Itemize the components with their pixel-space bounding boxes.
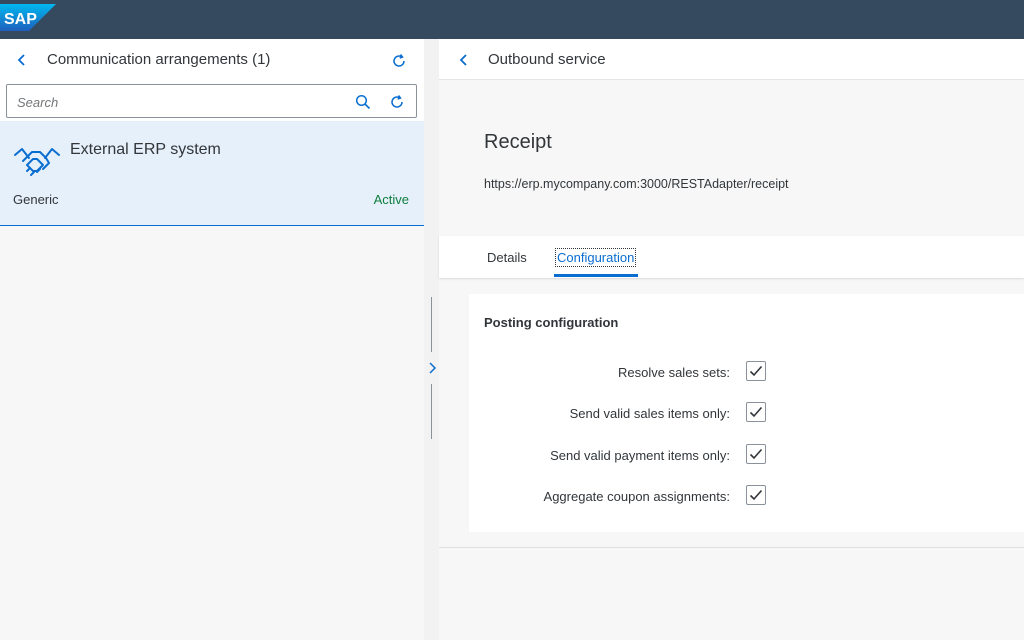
shell-bar: SAP — [0, 0, 1024, 39]
splitter-bar-top — [431, 297, 432, 352]
master-title: Communication arrangements (1) — [47, 51, 271, 68]
search-input[interactable] — [17, 92, 337, 112]
sap-logo-text: SAP — [4, 11, 37, 28]
object-title: Receipt — [484, 131, 552, 153]
chevron-right-icon — [428, 362, 436, 374]
search-field — [6, 84, 417, 118]
search-refresh-button[interactable] — [387, 92, 407, 112]
search-button[interactable] — [353, 92, 373, 112]
object-url: https://erp.mycompany.com:3000/RESTAdapt… — [484, 177, 789, 191]
resolve-sales-sets-checkbox[interactable] — [746, 361, 766, 381]
sap-logo[interactable]: SAP — [0, 4, 56, 31]
list-item[interactable]: External ERP system Generic Active — [0, 121, 424, 226]
tab-bar: Details Configuration — [439, 236, 1024, 278]
tab-details[interactable]: Details — [487, 250, 527, 265]
send-valid-payment-items-checkbox[interactable] — [746, 444, 766, 464]
send-valid-sales-items-checkbox[interactable] — [746, 402, 766, 422]
posting-configuration-section: Posting configuration Resolve sales sets… — [469, 294, 1024, 532]
checkmark-icon — [749, 365, 763, 377]
splitter-handle[interactable] — [425, 360, 438, 376]
object-header: Receipt https://erp.mycompany.com:3000/R… — [439, 80, 1024, 236]
checkmark-icon — [749, 448, 763, 460]
tab-configuration[interactable]: Configuration — [554, 248, 637, 267]
chevron-left-icon — [17, 54, 25, 66]
detail-title: Outbound service — [488, 51, 606, 68]
search-bar — [0, 81, 424, 121]
field-label: Send valid payment items only: — [550, 448, 730, 463]
form-row: Send valid sales items only: — [469, 402, 1024, 426]
status-text: Active — [373, 192, 409, 207]
splitter[interactable] — [424, 39, 439, 640]
list-item-subtitle: Generic — [13, 192, 59, 207]
back-button[interactable] — [10, 48, 34, 72]
refresh-button[interactable] — [387, 49, 411, 73]
refresh-icon — [393, 54, 405, 67]
back-button[interactable] — [452, 48, 476, 72]
divider — [439, 547, 1024, 548]
detail-pane: Outbound service Receipt https://erp.myc… — [439, 39, 1024, 640]
field-label: Send valid sales items only: — [569, 406, 730, 421]
field-label: Aggregate coupon assignments: — [543, 489, 730, 504]
master-pane: Communication arrangements (1) Search Ex… — [0, 39, 424, 640]
section-title: Posting configuration — [484, 315, 619, 330]
tab-label: Configuration — [554, 248, 637, 267]
tab-label: Details — [487, 250, 527, 265]
chevron-left-icon — [459, 54, 467, 66]
form-row: Resolve sales sets: — [469, 361, 1024, 385]
splitter-bar-bottom — [431, 384, 432, 439]
tab-selected-indicator — [554, 274, 638, 277]
master-header: Communication arrangements (1) — [0, 39, 424, 81]
aggregate-coupon-assignments-checkbox[interactable] — [746, 485, 766, 505]
form-row: Send valid payment items only: — [469, 444, 1024, 468]
handshake-icon — [14, 148, 60, 176]
search-icon — [355, 94, 371, 110]
refresh-icon — [391, 95, 403, 108]
checkmark-icon — [749, 406, 763, 418]
list-item-title: External ERP system — [70, 141, 221, 158]
checkmark-icon — [749, 489, 763, 501]
field-label: Resolve sales sets: — [618, 365, 730, 380]
detail-header: Outbound service — [439, 39, 1024, 80]
form-row: Aggregate coupon assignments: — [469, 485, 1024, 509]
